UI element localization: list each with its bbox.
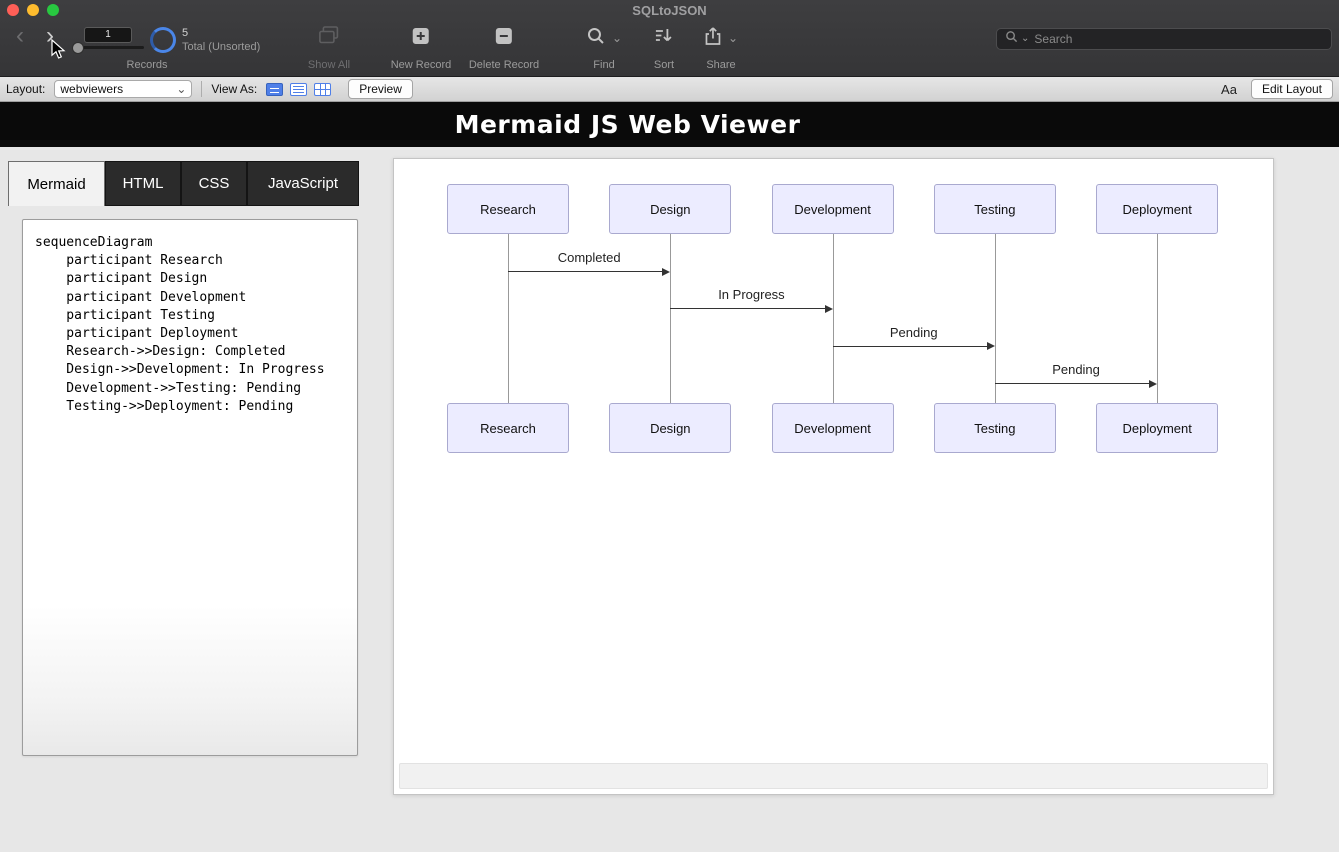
layout-selector[interactable]: webviewers ⌄ [54,80,192,98]
tab-html[interactable]: HTML [105,161,181,206]
list-view-icon[interactable] [290,83,307,96]
sort-icon [654,27,674,50]
message-label: Pending [890,325,938,340]
preview-button-label: Preview [359,82,402,96]
participant-box: Development [772,403,894,453]
tab-javascript[interactable]: JavaScript [247,161,359,206]
find-dropdown-chevron-icon[interactable]: ⌄ [612,33,622,43]
participant-box: Testing [934,403,1056,453]
show-all-label: Show All [308,59,350,71]
delete-record-icon [495,27,513,50]
find-icon [586,26,606,51]
sequence-diagram: Research Research Design Design Development D… [394,159,1273,794]
new-record-button[interactable]: New Record [391,27,452,71]
layout-selector-chevron-icon: ⌄ [176,84,186,94]
editor-tab-bar: Mermaid HTML CSS JavaScript [8,161,359,206]
participant-box: Design [609,184,731,234]
record-total-count: 5 [182,27,188,39]
new-record-label: New Record [391,59,452,71]
divider [201,81,202,97]
share-dropdown-chevron-icon[interactable]: ⌄ [728,33,738,43]
lifeline [1157,234,1158,403]
record-total-label: Total (Unsorted) [182,41,260,53]
found-set-pie-icon [150,27,176,53]
delete-record-button[interactable]: Delete Record [469,27,539,71]
app-window: SQLtoJSON ‹ › 1 5 Total (Unsorted) Recor… [0,0,1339,852]
tab-css[interactable]: CSS [181,161,247,206]
preview-button[interactable]: Preview [348,79,413,99]
share-icon [704,26,722,51]
participant-box: Research [447,403,569,453]
message-line [995,383,1150,384]
window-header: SQLtoJSON ‹ › 1 5 Total (Unsorted) Recor… [0,0,1339,77]
page-title: Mermaid JS Web Viewer [455,110,801,139]
tab-javascript-label: JavaScript [268,175,338,192]
sort-button[interactable]: Sort [654,27,674,71]
participant-box: Development [772,184,894,234]
edit-layout-button[interactable]: Edit Layout [1251,79,1333,99]
web-viewer: Research Research Design Design Development D… [393,158,1274,795]
message-line [670,308,825,309]
participant-box: Testing [934,184,1056,234]
mermaid-source-code[interactable]: sequenceDiagram participant Research par… [35,234,353,416]
message-label: Pending [1052,362,1100,377]
show-all-button[interactable]: Show All [308,27,350,71]
form-view-icon[interactable] [266,83,283,96]
new-record-icon [412,27,430,50]
share-button[interactable]: ⌄ Share [704,27,738,71]
message-line [508,271,663,272]
participant-box: Design [609,403,731,453]
message-line [833,346,988,347]
arrowhead-icon [987,342,995,350]
record-slider-track[interactable] [74,46,144,49]
window-title: SQLtoJSON [0,3,1339,18]
participant-box: Deployment [1096,403,1218,453]
search-icon [1005,30,1018,48]
records-group-label: Records [127,59,168,71]
arrowhead-icon [662,268,670,276]
mermaid-code-editor[interactable]: sequenceDiagram participant Research par… [22,219,358,756]
tab-mermaid[interactable]: Mermaid [8,161,105,206]
tab-css-label: CSS [199,175,230,192]
arrowhead-icon [1149,380,1157,388]
find-button[interactable]: ⌄ Find [586,27,622,71]
edit-layout-button-label: Edit Layout [1262,82,1322,96]
record-number-field[interactable]: 1 [84,27,132,43]
participant-box: Deployment [1096,184,1218,234]
text-size-icon[interactable]: Aa [1221,82,1237,97]
find-label: Find [593,59,614,71]
table-view-icon[interactable] [314,83,331,96]
horizontal-scrollbar[interactable] [399,763,1268,789]
banner: Mermaid JS Web Viewer [0,102,1339,147]
lifeline [670,234,671,403]
search-input[interactable] [1032,31,1276,47]
show-all-icon [319,26,339,50]
layout-label: Layout: [6,82,45,96]
tab-mermaid-label: Mermaid [27,176,85,193]
layout-bar: Layout: webviewers ⌄ View As: Preview Aa… [0,77,1339,102]
record-slider-thumb[interactable] [72,42,84,54]
delete-record-label: Delete Record [469,59,539,71]
mouse-cursor [51,39,68,66]
previous-record-button[interactable]: ‹ [16,24,24,48]
back-chevron-icon: ‹ [16,22,24,49]
arrowhead-icon [825,305,833,313]
participant-box: Research [447,184,569,234]
search-field[interactable]: ⌄ [996,28,1332,50]
sort-label: Sort [654,59,674,71]
lifeline [833,234,834,403]
lifeline [508,234,509,403]
tab-html-label: HTML [123,175,164,192]
view-as-label: View As: [211,82,257,96]
message-label: Completed [558,250,621,265]
lifeline [995,234,996,403]
share-label: Share [706,59,735,71]
search-scope-chevron-icon[interactable]: ⌄ [1021,34,1029,44]
layout-selector-value: webviewers [60,82,123,96]
message-label: In Progress [718,287,784,302]
